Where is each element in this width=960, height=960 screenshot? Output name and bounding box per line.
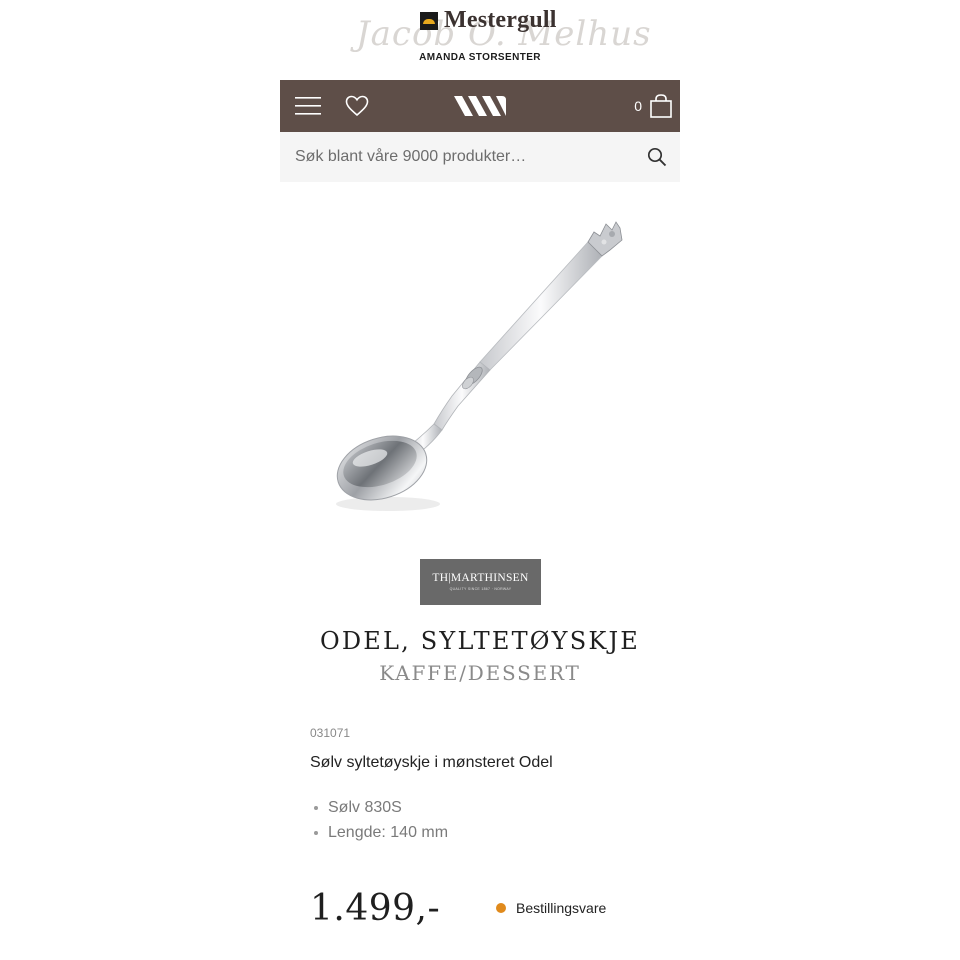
stock-status: Bestillingsvare	[496, 900, 606, 916]
store-logo[interactable]: Jacob O. Melhus Mestergull AMANDA STORSE…	[0, 0, 960, 80]
stock-status-dot	[496, 903, 506, 913]
favorites-button[interactable]	[340, 80, 374, 132]
search-icon	[647, 147, 667, 167]
spec-item-length: Lengde: 140 mm	[310, 820, 448, 845]
product-image[interactable]	[320, 210, 640, 520]
brand-badge-name: TH|MARTHINSEN	[432, 572, 529, 584]
store-location: AMANDA STORSENTER	[419, 52, 541, 63]
hamburger-menu-icon	[295, 97, 321, 115]
spec-item-material: Sølv 830S	[310, 795, 448, 820]
product-price: 1.499,-	[310, 888, 441, 929]
logo-brand: Mestergull	[420, 7, 557, 34]
product-short-description: Sølv syltetøyskje i mønsteret Odel	[310, 754, 553, 771]
shopping-bag-icon	[650, 94, 672, 118]
search-input[interactable]	[280, 132, 640, 182]
cart-button[interactable]: 0	[614, 80, 672, 132]
search-button[interactable]	[644, 144, 670, 170]
home-logo-button[interactable]	[450, 80, 510, 132]
product-sku: 031071	[310, 726, 351, 740]
product-title: ODEL, SYLTETØYSKJE	[319, 627, 641, 655]
search-bar	[280, 132, 680, 182]
product-category: KAFFE/DESSERT	[379, 661, 581, 685]
heart-icon	[345, 95, 369, 117]
menu-button[interactable]	[290, 80, 326, 132]
product-spec-list: Sølv 830S Lengde: 140 mm	[310, 795, 448, 845]
brand-name: Mestergull	[444, 7, 557, 33]
cart-count: 0	[634, 98, 642, 114]
top-navbar: 0	[280, 80, 680, 132]
brand-badge[interactable]: TH|MARTHINSEN QUALITY SINCE 1867 · NORWA…	[420, 559, 541, 605]
m-logo-icon	[454, 96, 506, 116]
brand-badge-tagline: QUALITY SINCE 1867 · NORWAY	[449, 587, 512, 591]
brand-mark-icon	[420, 11, 438, 30]
stock-status-label: Bestillingsvare	[516, 900, 607, 916]
